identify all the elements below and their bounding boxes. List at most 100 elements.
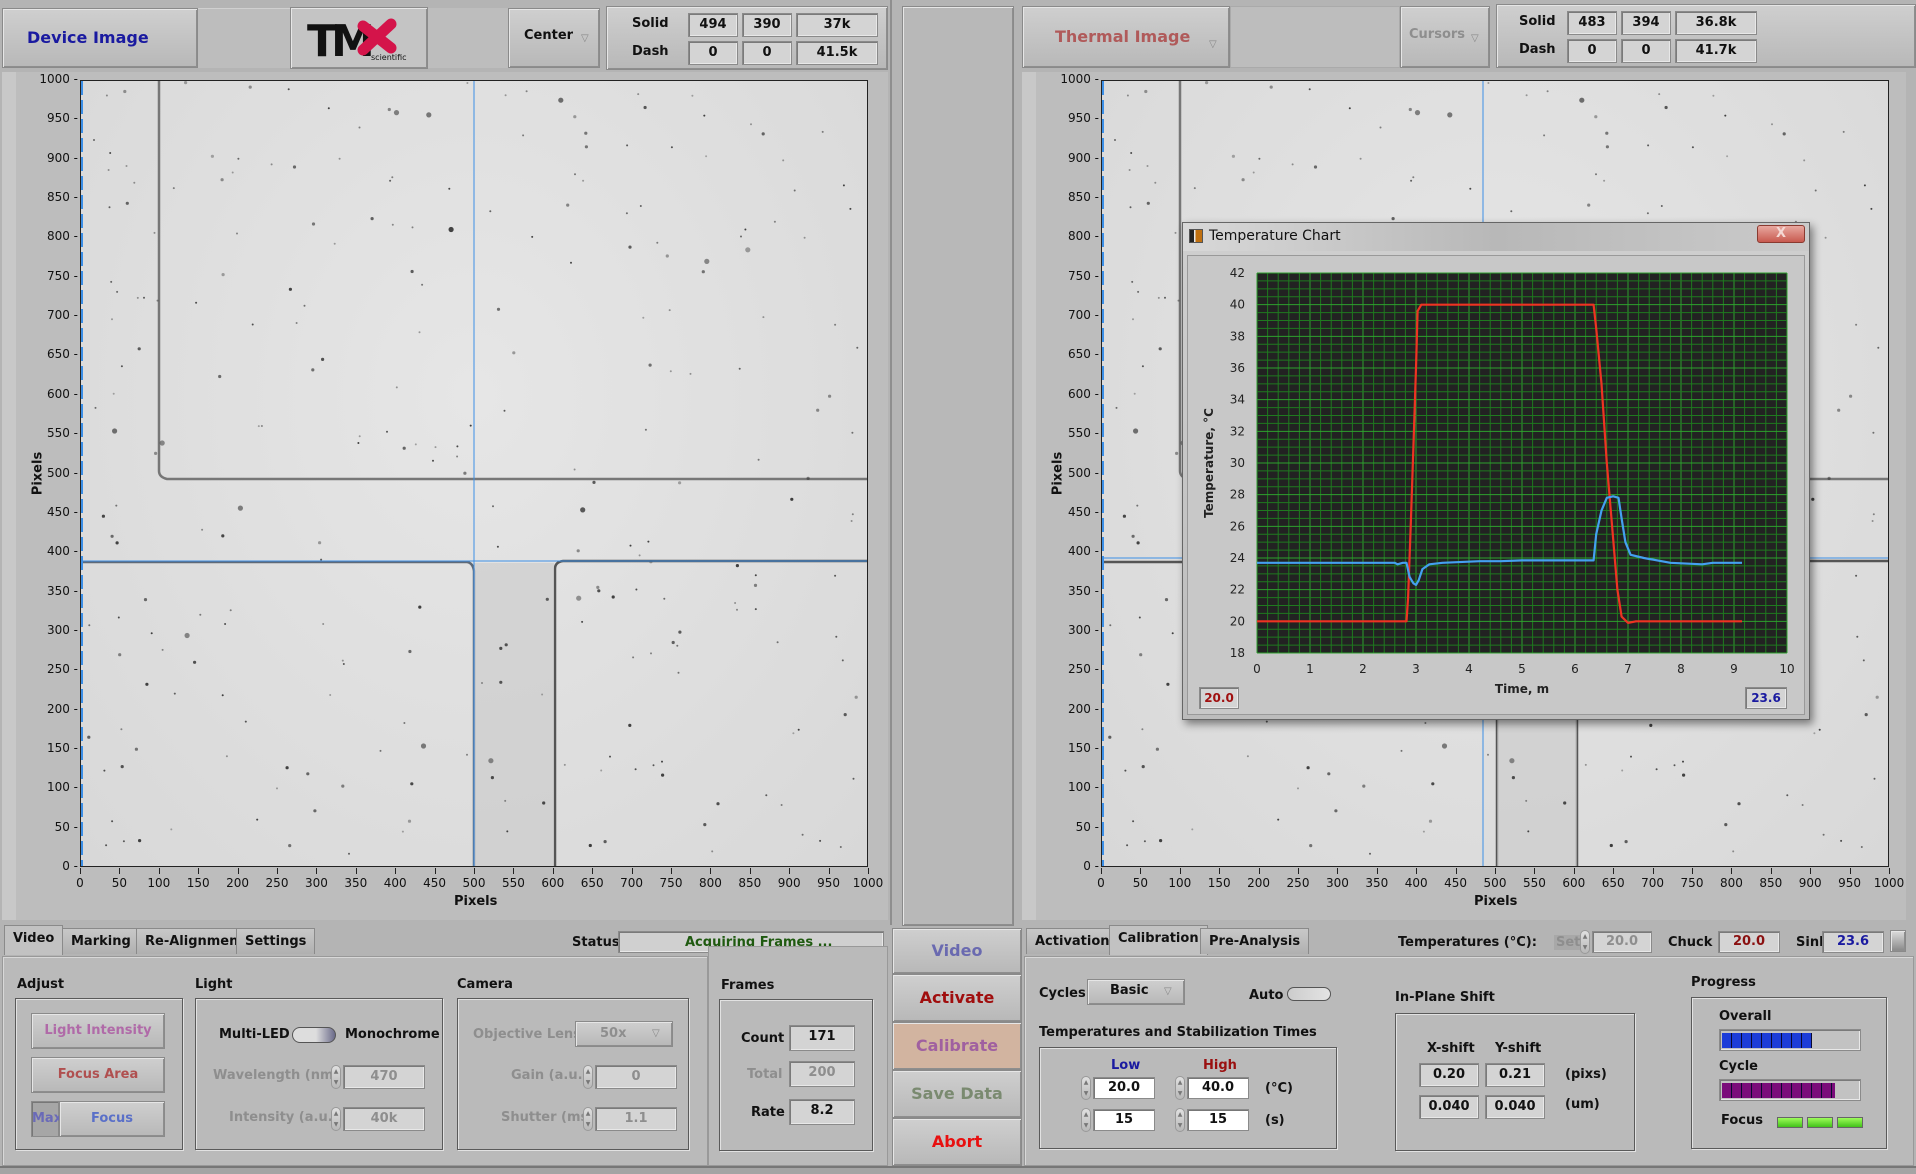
light-source-toggle[interactable]: [292, 1027, 336, 1043]
objective-lens-dropdown[interactable]: 50x ▽: [575, 1021, 673, 1047]
shutter-field[interactable]: 1.1: [595, 1107, 677, 1131]
frames-panel: Frames Count 171 Total 200 Rate 8.2: [708, 946, 888, 1166]
cursor-dash-x: 0: [1567, 39, 1617, 63]
device-image-canvas[interactable]: [80, 80, 868, 867]
y-tick-label: 700 -: [46, 308, 78, 323]
y-tick-label: 32: [1230, 424, 1245, 438]
x-tick-label: 9: [1730, 662, 1738, 676]
temp-unit: (°C): [1265, 1081, 1293, 1096]
y-tick-label: 900 -: [46, 150, 78, 165]
set-label: Set: [1554, 935, 1583, 950]
x-tick-label: 0: [1097, 876, 1105, 890]
low-time-field[interactable]: 15: [1093, 1109, 1155, 1131]
tab-settings[interactable]: Settings: [236, 928, 316, 954]
cursor-dash-y: 0: [1621, 39, 1671, 63]
set-temp-spinner[interactable]: ▲ ▼: [1580, 930, 1590, 954]
calibrate-button[interactable]: Calibrate: [892, 1022, 1022, 1070]
y-tick-label: 350 -: [46, 583, 78, 598]
y-tick-label: 500 -: [1067, 465, 1099, 480]
x-tick-mark: [1849, 868, 1851, 874]
high-time-spinner[interactable]: ▲ ▼: [1175, 1108, 1185, 1132]
low-temp-field[interactable]: 20.0: [1093, 1077, 1155, 1099]
cursor-dash-y: 0: [742, 41, 792, 65]
y-tick-label: 850 -: [46, 190, 78, 205]
abort-button[interactable]: Abort: [892, 1118, 1022, 1166]
focus-button[interactable]: Focus: [59, 1101, 165, 1137]
high-label: High: [1203, 1058, 1237, 1073]
low-time-spinner[interactable]: ▲ ▼: [1081, 1108, 1091, 1132]
cycle-progress-fill: [1722, 1083, 1835, 1098]
y-tick-label: 22: [1230, 583, 1245, 597]
x-tick-mark: [1298, 868, 1299, 874]
activate-button[interactable]: Activate: [892, 974, 1022, 1022]
tab-activation[interactable]: Activation: [1026, 928, 1119, 954]
high-temp-spinner[interactable]: ▲ ▼: [1175, 1076, 1185, 1100]
tmx-logo: TM scientific: [307, 16, 407, 64]
cursor-label-dash: Dash: [1519, 42, 1556, 57]
calibration-tab-content: Cycles Basic ▽ Auto Temperatures and Sta…: [1024, 956, 1914, 1166]
wavelength-spinner[interactable]: ▲ ▼: [331, 1065, 341, 1089]
count-field: 171: [789, 1025, 855, 1051]
tmx-logo-button[interactable]: TM scientific: [290, 7, 428, 69]
low-label: Low: [1111, 1058, 1141, 1073]
tab-pre-analysis[interactable]: Pre-Analysis: [1200, 928, 1310, 954]
video-button[interactable]: Video: [892, 928, 1022, 974]
cursor-label-solid: Solid: [1519, 14, 1556, 29]
x-tick-label: 250: [1286, 876, 1310, 890]
wavelength-field[interactable]: 470: [343, 1065, 425, 1089]
x-tick-mark: [868, 868, 869, 874]
cursor-label-dash: Dash: [632, 44, 669, 59]
pix-unit: (pixs): [1565, 1067, 1607, 1082]
chevron-down-icon: ▽: [652, 1028, 660, 1039]
focus-area-button[interactable]: Focus Area: [31, 1057, 165, 1093]
cursor-solid-value: 36.8k: [1675, 11, 1757, 35]
cycles-value: Basic: [1110, 983, 1149, 998]
auto-toggle[interactable]: [1287, 987, 1331, 1001]
cursor-solid-x: 483: [1567, 11, 1617, 35]
x-tick-label: 7: [1624, 662, 1632, 676]
x-tick-label: 100: [1168, 876, 1192, 890]
gain-spinner[interactable]: ▲ ▼: [583, 1065, 593, 1089]
tab-calibration[interactable]: Calibration: [1109, 925, 1208, 955]
intensity-spinner[interactable]: ▲ ▼: [331, 1107, 341, 1131]
total-field[interactable]: 200: [789, 1061, 855, 1087]
y-tick-label: 600 -: [1067, 386, 1099, 401]
wavelength-label: Wavelength (nm): [213, 1068, 340, 1083]
y-tick-label: 200 -: [1067, 701, 1099, 716]
max-button[interactable]: Max: [31, 1101, 62, 1137]
y-tick-label: 200 -: [46, 701, 78, 716]
sink-readout: 23.6: [1745, 687, 1787, 709]
x-tick-mark: [789, 868, 791, 874]
low-temp-spinner[interactable]: ▲ ▼: [1081, 1076, 1091, 1100]
mode-select-dropdown[interactable]: Center ▽: [508, 8, 600, 68]
adjust-title: Adjust: [17, 977, 65, 992]
save-data-button[interactable]: Save Data: [892, 1070, 1022, 1118]
shutter-spinner[interactable]: ▲ ▼: [583, 1107, 593, 1131]
x-tick-label: 900: [777, 876, 801, 890]
tab-video[interactable]: Video: [4, 925, 64, 955]
cursors-dropdown[interactable]: Cursors ▽: [1400, 6, 1490, 68]
y-tick-label: 1000 -: [39, 72, 78, 86]
high-time-field[interactable]: 15: [1187, 1109, 1249, 1131]
light-intensity-button[interactable]: Light Intensity: [31, 1013, 165, 1049]
y-tick-label: 38: [1230, 329, 1245, 343]
x-tick-label: 400: [383, 876, 407, 890]
tab-marking[interactable]: Marking: [62, 928, 140, 954]
y-tick-label: 42: [1230, 266, 1245, 280]
device-image-title-bar: Device Image: [2, 8, 198, 68]
count-label: Count: [741, 1031, 785, 1046]
y-tick-label: 0 -: [62, 859, 78, 873]
gain-field[interactable]: 0: [595, 1065, 677, 1089]
x-tick-label: 750: [659, 876, 683, 890]
y-tick-label: 30: [1230, 456, 1245, 470]
y-tick-label: 40: [1230, 298, 1245, 312]
high-temp-field[interactable]: 40.0: [1187, 1077, 1249, 1099]
x-tick-mark: [1495, 868, 1496, 874]
thermal-image-title-dropdown[interactable]: Thermal Image ▽: [1022, 6, 1230, 68]
intensity-field[interactable]: 40k: [343, 1107, 425, 1131]
x-tick-label: 6: [1571, 662, 1579, 676]
x-tick-mark: [434, 868, 436, 874]
set-temp-field[interactable]: 20.0: [1592, 931, 1652, 953]
cycles-dropdown[interactable]: Basic ▽: [1087, 979, 1185, 1005]
x-tick-mark: [1889, 868, 1890, 874]
